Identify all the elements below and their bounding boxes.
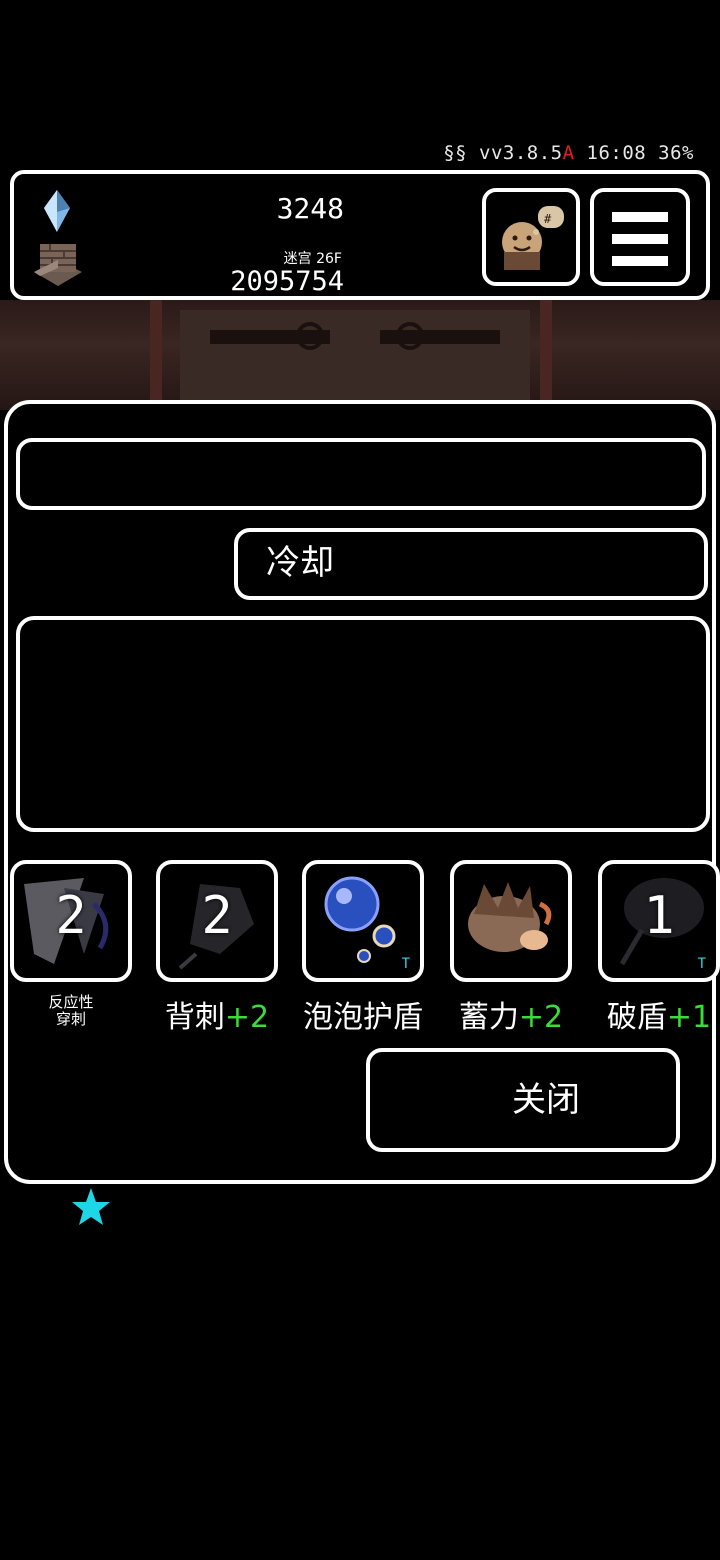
- skill-name: 破盾+1: [606, 1000, 712, 1035]
- status-bar: §§ vv3.8.5A 16:08 36%: [443, 142, 694, 164]
- skill-slot-4[interactable]: 蓄力+2: [450, 860, 572, 1036]
- skill-title-box: [16, 438, 706, 510]
- skill-tag: 冷却: [234, 528, 708, 600]
- skill-slot-5-icon[interactable]: 1 T: [598, 860, 720, 982]
- resource-bar: 3248 迷宫 26F 2095754 #: [10, 170, 710, 300]
- skill-list: 2 反应性 穿刺 2 背刺+2 T 泡泡护盾 蓄力+2 1 T 破盾+1: [8, 860, 720, 1040]
- skill-slot-2[interactable]: 2 背刺+2: [156, 860, 278, 1036]
- skill-slot-2-icon[interactable]: 2: [156, 860, 278, 982]
- skill-detail-panel: 冷却 2 反应性 穿刺 2 背刺+2 T 泡泡护盾 蓄力+2 1 T 破盾+1 …: [4, 400, 720, 1184]
- warn-mark: A: [562, 142, 575, 164]
- svg-text:#: #: [544, 212, 552, 226]
- star-icon: [72, 1188, 110, 1225]
- crystal-icon: [44, 190, 70, 232]
- npc-chat-button[interactable]: #: [482, 188, 580, 286]
- skill-slot-5[interactable]: 1 T 破盾+1: [598, 860, 720, 1036]
- tier-mark: T: [697, 956, 706, 972]
- clock-text: 16:08: [586, 142, 647, 164]
- skill-name: 泡泡护盾: [303, 1000, 423, 1035]
- skill-level: 1: [643, 886, 675, 946]
- skill-slot-3-icon[interactable]: T: [302, 860, 424, 982]
- menu-button[interactable]: [590, 188, 690, 286]
- skill-slot-1-icon[interactable]: 2: [10, 860, 132, 982]
- tier-mark: T: [401, 956, 410, 972]
- version-text: §§ vv3.8.5: [443, 142, 563, 164]
- gem-count: 3248: [276, 192, 344, 225]
- npc-chat-icon: #: [502, 206, 564, 270]
- dungeon-icon: [34, 244, 82, 286]
- dungeon-scene-background: [0, 300, 720, 410]
- skill-slot-4-icon[interactable]: [450, 860, 572, 982]
- skill-name: 背刺+2: [164, 1000, 270, 1035]
- floor-label: 迷宫 26F: [283, 251, 342, 267]
- skill-name: 蓄力+2: [458, 1000, 564, 1035]
- skill-level: 2: [55, 886, 87, 946]
- skill-name: 反应性 穿刺: [48, 993, 94, 1028]
- gate-decoration: [150, 300, 552, 410]
- skill-slot-1[interactable]: 2 反应性 穿刺: [10, 860, 132, 1028]
- skill-slot-3[interactable]: T 泡泡护盾: [302, 860, 424, 1036]
- charge-fist-icon: [468, 882, 552, 952]
- close-button[interactable]: 关闭: [366, 1048, 680, 1152]
- skill-description-box: [16, 616, 710, 832]
- battery-text: 36%: [658, 142, 694, 164]
- skill-level: 2: [201, 886, 233, 946]
- gold-count: 2095754: [230, 266, 344, 297]
